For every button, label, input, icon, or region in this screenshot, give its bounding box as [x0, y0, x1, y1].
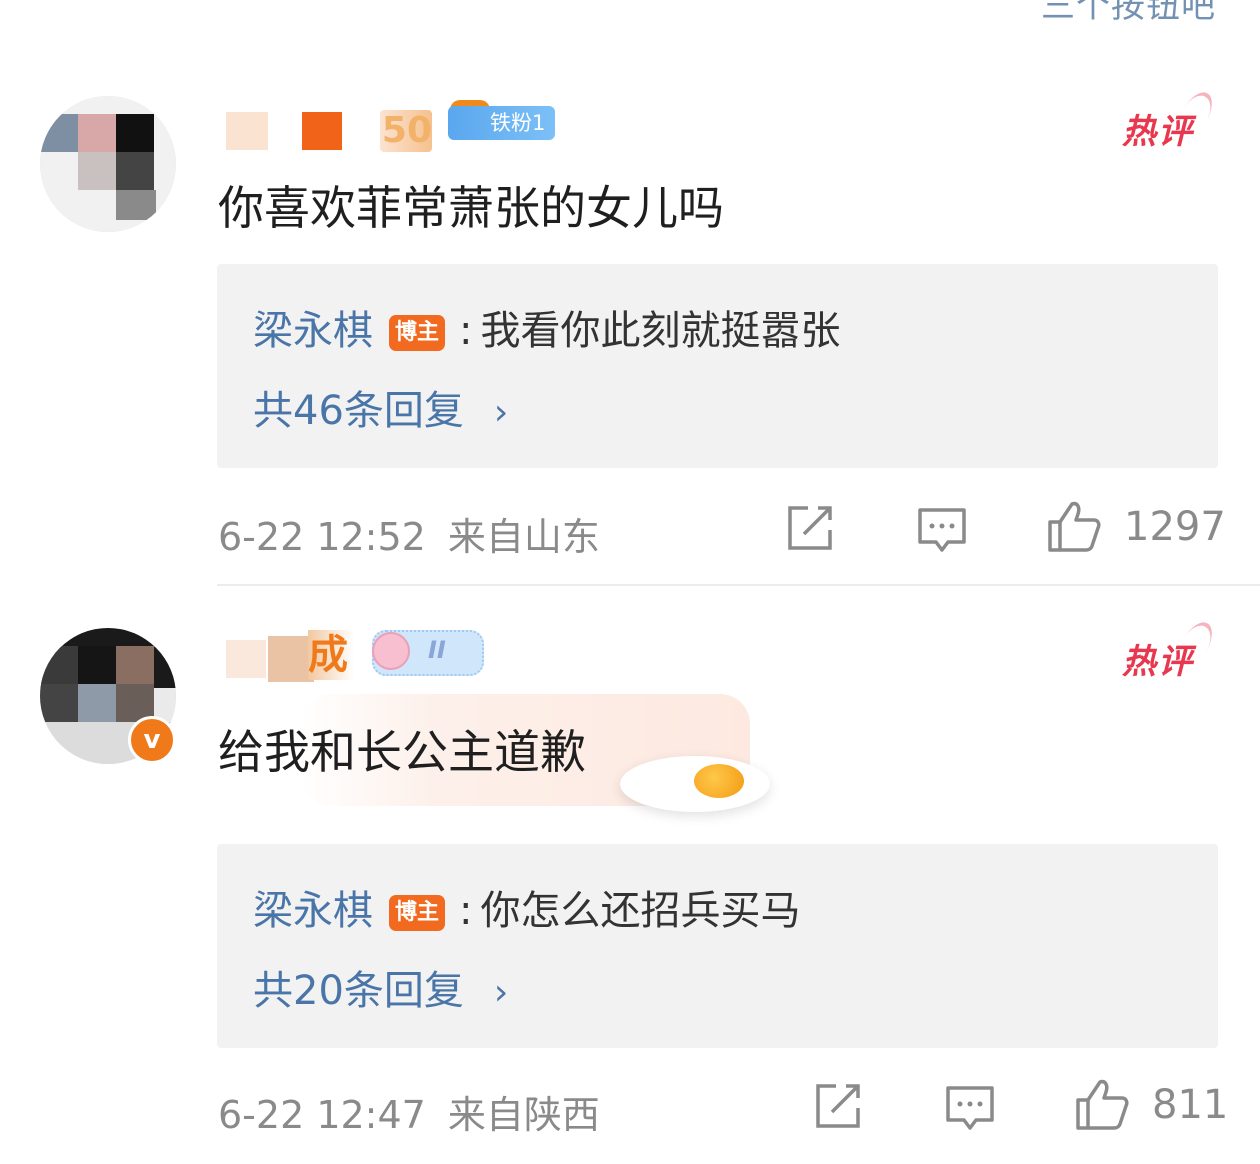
hot-comment-label: 热评: [1122, 634, 1194, 683]
comment-text: 给我和长公主道歉: [218, 725, 586, 779]
reply-count[interactable]: 共20条回复: [253, 968, 464, 1014]
reply-author[interactable]: 梁永棋: [253, 888, 373, 934]
view-replies-link[interactable]: 共20条回复 ›: [253, 958, 508, 1016]
reply-colon: :: [459, 308, 473, 354]
username-blur[interactable]: [302, 112, 342, 150]
sticker-level-text: II: [428, 636, 446, 664]
host-badge: 博主: [389, 895, 445, 931]
host-badge: 博主: [389, 315, 445, 351]
username-blur[interactable]: [226, 112, 268, 150]
chevron-right-icon: ›: [493, 392, 509, 433]
share-icon[interactable]: [782, 500, 838, 556]
reply-text: 你怎么还招兵买马: [480, 888, 801, 934]
like-count: 811: [1152, 1082, 1229, 1128]
verified-badge-icon: v: [128, 716, 176, 764]
comment-location: 来自山东: [447, 515, 600, 559]
like-icon[interactable]: [1046, 498, 1102, 554]
reply-count[interactable]: 共46条回复: [253, 388, 464, 434]
reply-text: 我看你此刻就挺嚣张: [480, 308, 841, 354]
comment-icon[interactable]: [942, 1080, 998, 1136]
comment-text: 你喜欢菲常萧张的女儿吗: [218, 181, 724, 235]
comment-divider: [217, 584, 1260, 586]
fan-badge: 铁粉1: [448, 106, 556, 140]
avatar[interactable]: [40, 96, 176, 232]
top-cut-text: 三个按钮吧: [1041, 0, 1216, 26]
comment-date: 6-22 12:52: [218, 515, 426, 559]
reply-author[interactable]: 梁永棋: [253, 308, 373, 354]
reply-box[interactable]: 梁永棋 博主: 你怎么还招兵买马 共20条回复 ›: [217, 844, 1218, 1048]
reply-preview[interactable]: 梁永棋 博主: 我看你此刻就挺嚣张: [253, 298, 840, 356]
comment-meta: 6-22 12:47 来自陕西: [218, 1084, 622, 1139]
username-blur[interactable]: [226, 640, 266, 678]
reply-colon: :: [459, 888, 473, 934]
view-replies-link[interactable]: 共46条回复 ›: [253, 378, 508, 436]
share-icon[interactable]: [810, 1078, 866, 1134]
fried-egg-icon: [620, 756, 770, 812]
comment-icon[interactable]: [914, 502, 970, 558]
reply-box[interactable]: 梁永棋 博主: 我看你此刻就挺嚣张 共46条回复 ›: [217, 264, 1218, 468]
comment-location: 来自陕西: [447, 1093, 600, 1137]
comment-date: 6-22 12:47: [218, 1093, 426, 1137]
username-visible-part[interactable]: 50: [380, 110, 432, 152]
like-count: 1297: [1124, 504, 1226, 550]
pig-sticker-icon: [372, 632, 410, 670]
like-icon[interactable]: [1074, 1076, 1130, 1132]
chevron-right-icon: ›: [493, 972, 509, 1013]
reply-preview[interactable]: 梁永棋 博主: 你怎么还招兵买马: [253, 878, 800, 936]
username-visible-part[interactable]: 成: [308, 630, 354, 680]
comment-meta: 6-22 12:52 来自山东: [218, 506, 622, 561]
hot-comment-label: 热评: [1122, 104, 1194, 153]
